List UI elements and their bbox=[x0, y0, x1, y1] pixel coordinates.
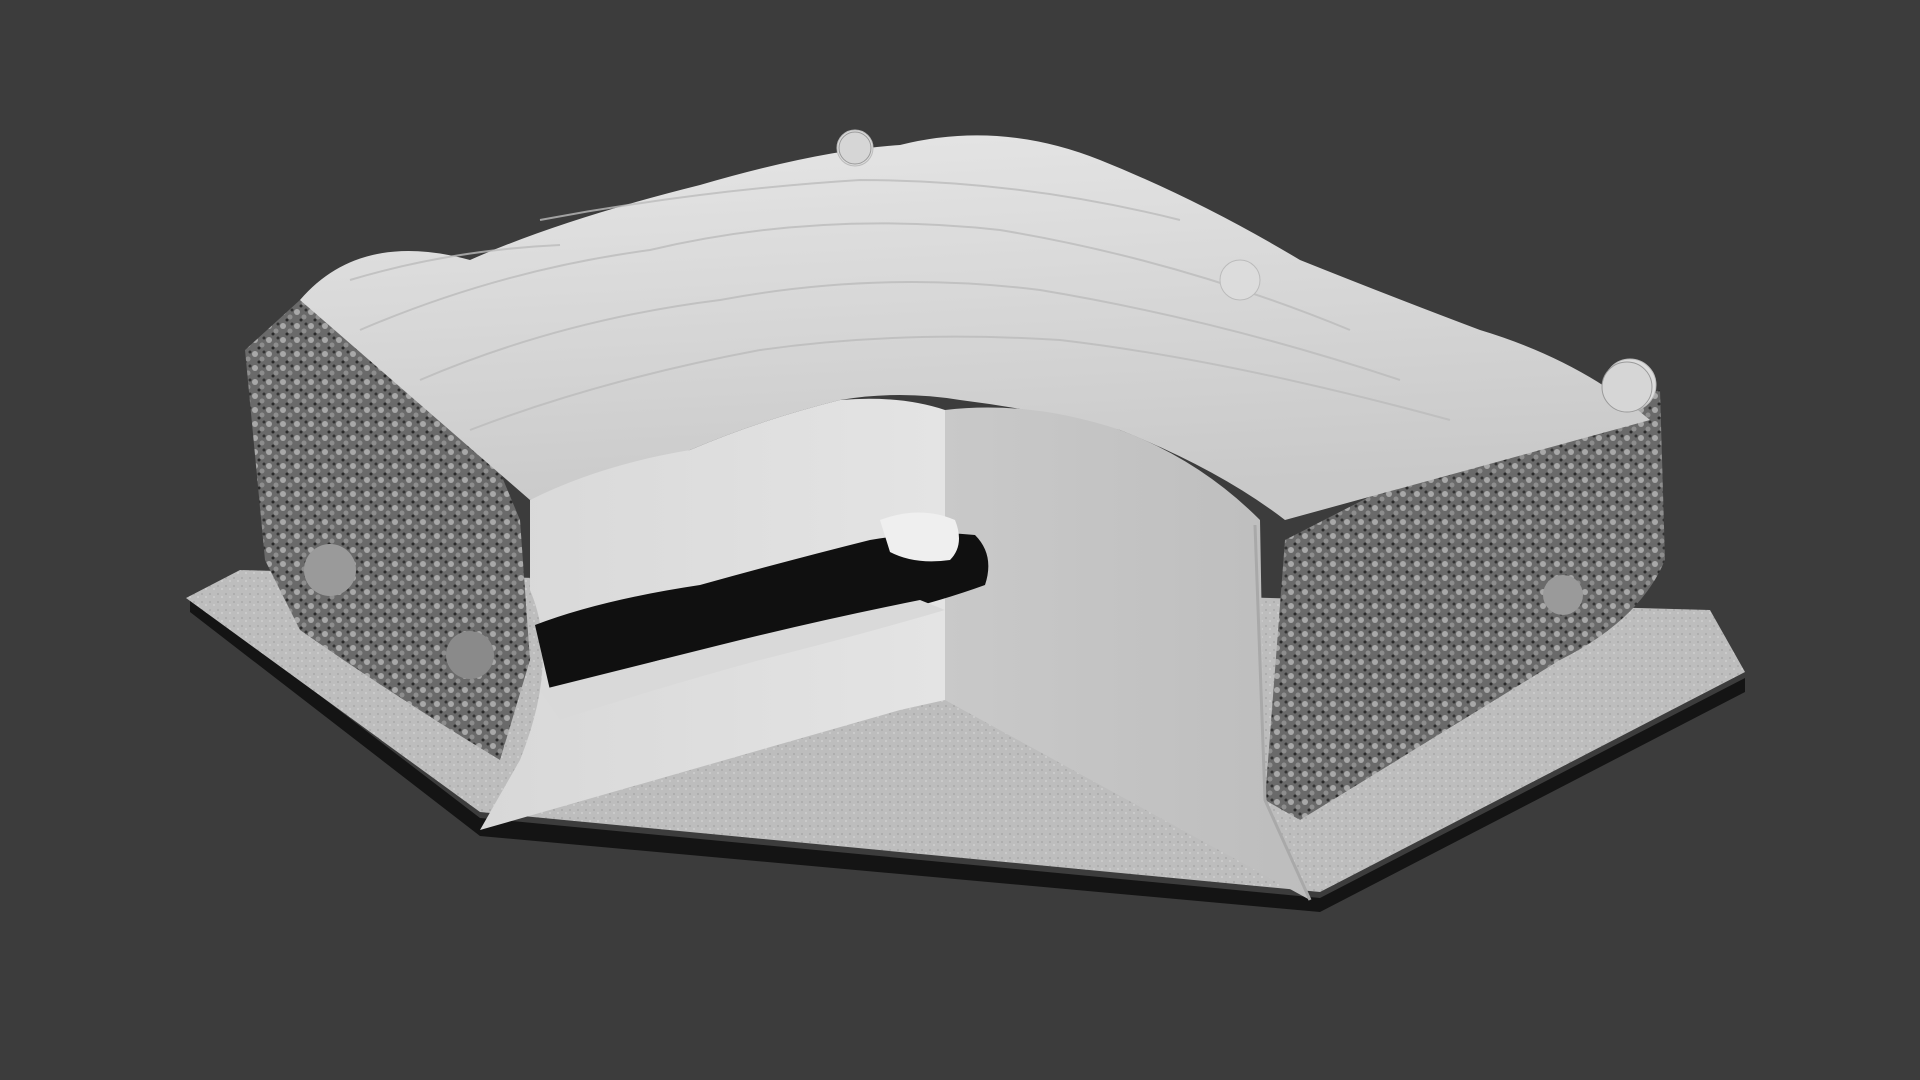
render-viewport bbox=[186, 129, 1745, 912]
